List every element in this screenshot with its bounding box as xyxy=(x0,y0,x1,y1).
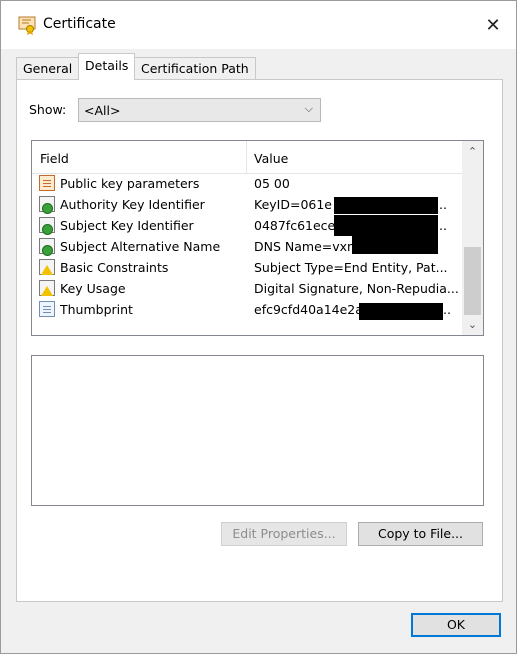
certificate-field-icon xyxy=(39,175,55,191)
copy-to-file-button[interactable]: Copy to File... xyxy=(358,522,483,546)
critical-extension-icon xyxy=(39,280,55,296)
show-selected-value: <All> xyxy=(84,103,121,118)
field-value: 0487fc61ece xyxy=(254,218,336,233)
field-value-tail: .. xyxy=(439,197,447,212)
field-list[interactable]: Field Value Public key parameters 05 00 … xyxy=(31,140,484,336)
field-name: Subject Key Identifier xyxy=(60,218,194,233)
critical-extension-icon xyxy=(39,259,55,275)
show-label: Show: xyxy=(29,102,67,117)
field-value: DNS Name=vxm xyxy=(254,239,360,254)
list-item[interactable]: Thumbprint efc9cfd40a14e2a .. xyxy=(32,299,462,320)
certificate-icon xyxy=(18,15,38,35)
extension-icon xyxy=(39,196,55,214)
redaction-block xyxy=(352,236,438,254)
chevron-down-icon[interactable]: ⌄ xyxy=(462,318,483,331)
tab-certification-path[interactable]: Certification Path xyxy=(134,57,256,80)
list-item[interactable]: Basic Constraints Subject Type=End Entit… xyxy=(32,257,462,278)
field-name: Basic Constraints xyxy=(60,260,169,275)
field-name: Key Usage xyxy=(60,281,126,296)
field-value: Subject Type=End Entity, Pat... xyxy=(254,260,448,275)
chevron-up-icon[interactable]: ⌃ xyxy=(462,145,483,158)
extension-icon xyxy=(39,238,55,256)
column-divider[interactable] xyxy=(246,141,247,173)
chevron-down-icon: ⌵ xyxy=(304,102,313,115)
close-button[interactable]: ✕ xyxy=(470,1,516,49)
column-header-field[interactable]: Field xyxy=(40,151,69,166)
field-value: Digital Signature, Non-Repudia... xyxy=(254,281,459,296)
thumbprint-icon xyxy=(39,301,55,317)
list-item[interactable]: Subject Key Identifier 0487fc61ece .. xyxy=(32,215,462,236)
title-bar: Certificate ✕ xyxy=(1,1,516,49)
list-item[interactable]: Key Usage Digital Signature, Non-Repudia… xyxy=(32,278,462,299)
ok-button[interactable]: OK xyxy=(411,613,501,637)
window-title: Certificate xyxy=(43,16,116,32)
show-dropdown[interactable]: <All> ⌵ xyxy=(78,98,321,122)
tab-details[interactable]: Details xyxy=(78,53,136,80)
field-name: Thumbprint xyxy=(60,302,133,317)
field-value-tail: .. xyxy=(443,302,451,317)
list-item[interactable]: Subject Alternative Name DNS Name=vxm xyxy=(32,236,462,257)
extension-icon xyxy=(39,217,55,235)
edit-properties-button[interactable]: Edit Properties... xyxy=(221,522,347,546)
list-item[interactable]: Authority Key Identifier KeyID=061e .. xyxy=(32,194,462,215)
field-value: efc9cfd40a14e2a xyxy=(254,302,363,317)
field-name: Authority Key Identifier xyxy=(60,197,205,212)
column-header-value[interactable]: Value xyxy=(254,151,288,166)
field-name: Public key parameters xyxy=(60,176,200,191)
field-name: Subject Alternative Name xyxy=(60,239,221,254)
vertical-scrollbar[interactable]: ⌃ ⌄ xyxy=(462,141,483,335)
close-icon: ✕ xyxy=(485,14,501,36)
redaction-block xyxy=(334,197,438,214)
tab-general[interactable]: General xyxy=(16,57,80,80)
field-value: 05 00 xyxy=(254,176,290,191)
field-value: KeyID=061e xyxy=(254,197,332,212)
scrollbar-thumb[interactable] xyxy=(464,247,481,315)
value-detail-box[interactable] xyxy=(31,355,484,506)
list-header: Field Value xyxy=(32,141,462,174)
redaction-block xyxy=(359,303,443,320)
list-item[interactable]: Public key parameters 05 00 xyxy=(32,173,462,194)
certificate-window: Certificate ✕ General Details Certificat… xyxy=(0,0,517,654)
field-value-tail: .. xyxy=(439,218,447,233)
redaction-block xyxy=(334,215,438,236)
